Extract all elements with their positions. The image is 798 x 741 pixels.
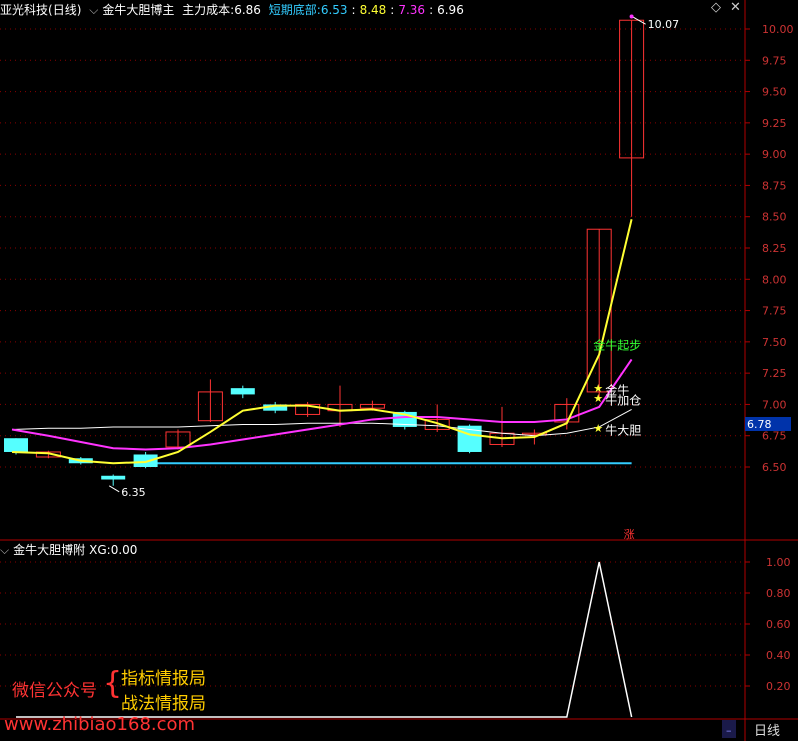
price-tick-label: 10.00 — [762, 23, 794, 36]
bottom-value: 6.53 — [320, 3, 348, 17]
price-tick-label: 9.75 — [762, 54, 787, 67]
sub-tick-label: 0.20 — [766, 680, 791, 693]
period-label: (日线) — [48, 3, 82, 17]
bold-label: 牛大胆 — [605, 422, 641, 437]
val2: 8.48 — [359, 3, 387, 17]
val4: 6.96 — [437, 3, 464, 17]
chart-stage: 10.00 9.75 9.50 9.25 9.00 8.75 8.50 8.25 8.00 7.7… — [0, 0, 798, 741]
sub-tick-label: 0.40 — [766, 649, 791, 662]
price-tick-label: 9.25 — [762, 117, 787, 130]
sub-axis: 1.00 0.80 0.60 0.40 0.20 — [745, 556, 791, 693]
price-tick-label: 7.50 — [762, 336, 787, 349]
xg-label: XG: — [89, 543, 111, 557]
main-price-axis: 10.00 9.75 9.50 9.25 9.00 8.75 8.50 8.25 8.00 7.7… — [745, 23, 794, 474]
cost-value: 6.86 — [234, 3, 261, 17]
xg-value: 0.00 — [110, 543, 138, 557]
price-tick-label: 6.75 — [762, 430, 787, 443]
candle-body — [101, 475, 126, 480]
sep2: : — [390, 3, 395, 17]
price-tick-label: 8.25 — [762, 242, 787, 255]
wechat-label: 微信公众号 — [12, 681, 97, 701]
annotations: 10.076.35金牛起步★ 金牛★ 牛加仓★ 牛大胆涨 — [108, 14, 680, 541]
sep1: : — [351, 3, 356, 17]
brace-glyph: { — [103, 666, 123, 701]
top-marker — [629, 14, 634, 19]
bottom-label: 短期底部: — [268, 3, 321, 17]
price-tick-label: 8.50 — [762, 211, 787, 224]
collapse-icon[interactable]: ⌵ — [89, 3, 98, 17]
sep3: : — [429, 3, 434, 17]
sub-tick-label: 0.60 — [766, 618, 791, 631]
main-header: 亚光科技(日线) ⌵ 金牛大胆博主 主力成本:6.86 短期底部:6.53:8.4… — [0, 1, 468, 19]
low-pointer — [108, 485, 120, 493]
current-price-text: 6.78 — [747, 418, 772, 431]
high-label: 10.07 — [648, 18, 680, 31]
cost-label: 主力成本: — [182, 3, 235, 17]
watermark-line1: 指标情报局 — [121, 669, 206, 689]
star-icon: ★ — [593, 392, 603, 405]
indicator-lines — [11, 218, 633, 465]
watermark-site: www.zhibiao168.com — [4, 714, 196, 735]
price-tick-label: 8.75 — [762, 179, 787, 192]
close-icon[interactable]: ✕ — [730, 0, 741, 15]
sub-tick-label: 1.00 — [766, 556, 791, 569]
sub-indicator-name[interactable]: 金牛大胆博附 — [13, 543, 85, 557]
scroll-dash-icon: – — [726, 724, 732, 737]
rise-tag: 涨 — [624, 528, 635, 541]
period-button[interactable]: 日线 — [754, 724, 780, 739]
low-label: 6.35 — [121, 486, 146, 499]
price-tick-label: 9.50 — [762, 86, 787, 99]
price-tick-label: 9.00 — [762, 148, 787, 161]
stock-name: 亚光科技 — [0, 3, 49, 17]
price-tick-label: 7.75 — [762, 305, 787, 318]
price-tick-label: 6.50 — [762, 461, 787, 474]
val3: 7.36 — [398, 3, 426, 17]
price-tick-label: 7.00 — [762, 398, 787, 411]
candle-body — [133, 454, 158, 467]
watermark-line2: 战法情报局 — [121, 694, 206, 714]
sub-tick-label: 0.80 — [766, 587, 791, 600]
candlesticks — [4, 19, 645, 486]
star-icon: ★ — [593, 422, 603, 435]
sub-header: ⌵ 金牛大胆博附 XG:0.00 — [0, 541, 141, 559]
price-tick-label: 8.00 — [762, 273, 787, 286]
start-label: 金牛起步 — [593, 337, 641, 352]
add-label: 牛加仓 — [605, 392, 641, 407]
candle-body — [230, 388, 255, 395]
settings-diamond-icon[interactable]: ◇ — [711, 0, 721, 15]
main-indicator-name[interactable]: 金牛大胆博主 — [102, 3, 174, 17]
price-tick-label: 7.25 — [762, 367, 787, 380]
sub-collapse-icon[interactable]: ⌵ — [0, 543, 9, 557]
candle-body — [4, 438, 28, 452]
